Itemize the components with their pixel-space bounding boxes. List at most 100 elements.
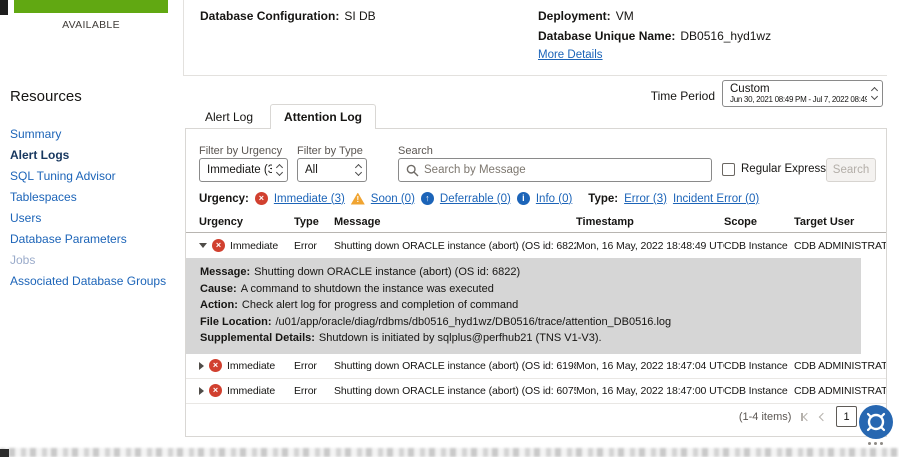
screen: AVAILABLE Database Configuration: SI DB D…	[0, 0, 899, 457]
availability-status-bar	[14, 0, 168, 13]
deferrable-filter-link[interactable]: Deferrable (0)	[440, 193, 511, 205]
unique-name-label: Database Unique Name:	[538, 29, 676, 43]
type-filter-select[interactable]: All	[297, 158, 367, 182]
soon-filter-link[interactable]: Soon (0)	[371, 193, 415, 205]
window-edge-mark	[0, 449, 9, 457]
more-details-link[interactable]: More Details	[538, 49, 771, 61]
timestamp-value: Mon, 16 May, 2022 18:48:49 UTC	[576, 239, 724, 252]
help-assistant-button[interactable]	[859, 405, 893, 439]
search-button[interactable]: Search	[826, 158, 876, 182]
expand-caret-icon[interactable]	[199, 361, 204, 370]
unique-name-field: Database Unique Name: DB0516_hyd1wz	[538, 29, 771, 43]
time-period-value: Custom	[730, 83, 770, 95]
time-period-content: Custom Jun 30, 2021 08:49 PM - Jul 7, 20…	[723, 81, 867, 106]
table-row[interactable]: × Immediate Error Shutting down ORACLE i…	[186, 233, 886, 258]
urgency-filter-stepper	[272, 163, 287, 177]
detail-file-location-line: File Location:/u01/app/oracle/diag/rdbms…	[200, 314, 851, 331]
urgency-filter-value: Immediate (3)	[207, 164, 272, 176]
header-right-column: Deployment: VM Database Unique Name: DB051…	[538, 9, 771, 61]
sidebar-item-users[interactable]: Users	[10, 211, 180, 232]
column-header-message: Message	[334, 215, 381, 228]
column-header-timestamp: Timestamp	[576, 215, 634, 228]
overflow-dots-icon[interactable]	[868, 442, 883, 445]
chevron-down-icon	[354, 168, 363, 177]
header-vertical-divider	[183, 0, 184, 75]
column-header-type: Type	[294, 215, 319, 228]
sidebar-item-jobs[interactable]: Jobs	[10, 253, 180, 274]
table-row[interactable]: × Immediate Error Shutting down ORACLE i…	[186, 354, 886, 379]
urgency-value: Immediate	[230, 239, 279, 252]
scope-value: CDB Instance	[724, 239, 788, 252]
detail-supplemental-line: Supplemental Details: Shutdown is initiat…	[200, 330, 851, 347]
target-user-value: CDB ADMINISTRATOR	[794, 359, 886, 372]
sidebar-title: Resources	[10, 88, 82, 105]
db-configuration-label: Database Configuration:	[200, 9, 340, 23]
column-header-scope: Scope	[724, 215, 758, 228]
tab-attention-log[interactable]: Attention Log	[270, 104, 377, 129]
search-input[interactable]	[424, 164, 711, 176]
detail-cause-label: Cause:	[200, 282, 237, 295]
table-header-row: Urgency Type Message Timestamp Scope Tar…	[186, 211, 886, 233]
type-filter-value: All	[305, 164, 318, 176]
attention-log-table: Urgency Type Message Timestamp Scope Tar…	[186, 211, 886, 404]
sidebar-item-alert-logs[interactable]: Alert Logs	[10, 148, 180, 169]
deployment-label: Deployment:	[538, 9, 611, 23]
sidebar-item-database-parameters[interactable]: Database Parameters	[10, 232, 180, 253]
urgency-filter-select[interactable]: Immediate (3)	[199, 158, 288, 182]
chevron-down-icon	[275, 168, 284, 177]
detail-action-label: Action:	[200, 299, 238, 311]
availability-status-label: AVAILABLE	[62, 19, 120, 31]
scope-value: CDB Instance	[724, 359, 788, 372]
detail-message-line: Message: Shutting down ORACLE instance (a…	[200, 264, 851, 281]
detail-action-line: Action: Check alert log for progress and …	[200, 297, 851, 314]
items-count-label: (1-4 items)	[738, 410, 792, 423]
sidebar-item-associated-database-groups[interactable]: Associated Database Groups	[10, 274, 180, 295]
table-row[interactable]: × Immediate Error Shutting down ORACLE i…	[186, 379, 886, 404]
timestamp-value: Mon, 16 May, 2022 18:47:04 UTC	[576, 359, 724, 372]
search-icon	[406, 164, 419, 176]
first-page-icon[interactable]	[801, 412, 812, 421]
detail-cause-line: Cause: A command to shutdown the instance…	[200, 281, 851, 298]
column-header-target-user: Target User	[794, 215, 855, 228]
sidebar-item-tablespaces[interactable]: Tablespaces	[10, 190, 180, 211]
sidebar-item-sql-tuning-advisor[interactable]: SQL Tuning Advisor	[10, 169, 180, 190]
chevron-down-icon	[870, 92, 879, 101]
filter-by-type-label: Filter by Type	[297, 145, 363, 157]
current-page-button[interactable]: 1	[836, 406, 857, 427]
expand-caret-icon[interactable]	[199, 386, 204, 395]
summary-type-label: Type:	[588, 192, 619, 205]
time-period-select[interactable]: Custom Jun 30, 2021 08:49 PM - Jul 7, 20…	[722, 80, 883, 107]
time-period-range: Jun 30, 2021 08:49 PM - Jul 7, 2022 08:4…	[730, 95, 867, 104]
pagination: (1-4 items) 1	[738, 406, 875, 427]
incident-error-filter-link[interactable]: Incident Error (0)	[673, 193, 759, 205]
target-user-value: CDB ADMINISTRATOR	[794, 239, 886, 252]
lifebuoy-icon	[866, 412, 886, 432]
regular-expression-checkbox[interactable]	[722, 163, 735, 176]
detail-message-text: Shutting down ORACLE instance (abort) (O…	[254, 266, 521, 278]
collapse-caret-icon[interactable]	[199, 243, 207, 248]
detail-supplemental-label: Supplemental Details:	[200, 332, 315, 344]
message-value: Shutting down ORACLE instance (abort) (O…	[334, 239, 576, 252]
filter-by-urgency-label: Filter by Urgency	[199, 145, 283, 157]
previous-page-icon[interactable]	[818, 412, 828, 421]
immediate-filter-link[interactable]: Immediate (3)	[274, 193, 345, 205]
info-filter-link[interactable]: Info (0)	[536, 193, 572, 205]
header-divider	[183, 75, 887, 76]
error-type-filter-link[interactable]: Error (3)	[624, 193, 667, 205]
sidebar-item-summary[interactable]: Summary	[10, 127, 180, 148]
blurred-footer-strip	[0, 448, 899, 457]
type-value: Error	[294, 239, 317, 252]
urgency-value: Immediate	[227, 359, 276, 372]
error-icon: ×	[209, 359, 222, 372]
tab-alert-log[interactable]: Alert Log	[192, 105, 266, 129]
urgency-summary-bar: Urgency: × Immediate (3) ! Soon (0) ↑ De…	[199, 192, 759, 205]
type-value: Error	[294, 384, 317, 397]
type-filter-stepper	[351, 163, 366, 177]
log-tabs: Alert Log Attention Log	[192, 104, 377, 129]
detail-action-text: Check alert log for progress and complet…	[241, 299, 519, 311]
detail-file-location-text: /u01/app/oracle/diag/rdbms/db0516_hyd1wz…	[275, 315, 672, 328]
error-icon: ×	[254, 192, 268, 205]
detail-file-location-label: File Location:	[200, 315, 272, 328]
warning-icon: !	[350, 192, 365, 205]
info-icon: i	[516, 192, 530, 205]
